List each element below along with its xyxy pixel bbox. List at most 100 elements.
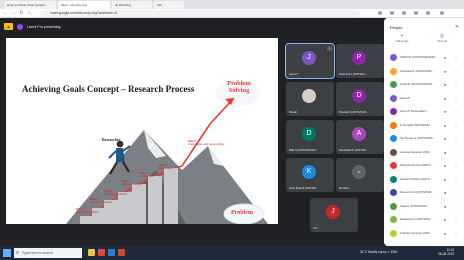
- mute-all-button[interactable]: ◎ Mute all: [432, 34, 452, 44]
- more-options-icon[interactable]: ⋮: [454, 231, 458, 236]
- participant-row[interactable]: Manikanta S (ANITS/PH... ● ⋮: [384, 214, 464, 226]
- screen: Dear Q Online Chart (gmail) | ... Meet -…: [0, 0, 464, 260]
- mic-icon[interactable]: ●: [444, 231, 446, 236]
- slide-graphic: [66, 80, 268, 224]
- participant-tile[interactable]: P Poornima L (ANITS/12...: [336, 44, 384, 78]
- avatar: [390, 148, 397, 156]
- windows-start-icon[interactable]: [3, 249, 11, 257]
- participant-row[interactable]: Srinivasa R (ANITS/PHD/... ● ⋮: [384, 66, 464, 78]
- extension-icon[interactable]: [402, 11, 406, 15]
- participant-row[interactable]: Sai Kumar G (ANITS/PHD... ● ⋮: [384, 133, 464, 145]
- avatar: [390, 121, 397, 129]
- mic-icon[interactable]: ●: [444, 82, 446, 87]
- participant-tile[interactable]: A Arundhathi N (ANITS/P...: [336, 120, 384, 154]
- participant-name: Laxmi P: [400, 95, 411, 100]
- participant-name: Narendra Kumar (ANITS...: [400, 163, 433, 167]
- reload-icon[interactable]: ↻: [19, 11, 24, 16]
- forward-icon[interactable]: →: [11, 11, 16, 16]
- avatar: [390, 229, 397, 237]
- powerpoint-icon[interactable]: [118, 249, 125, 256]
- participant-row[interactable]: KIRAN B (ANITS/PHD/2018... ● ⋮: [384, 52, 464, 64]
- url-field[interactable]: meet.google.com/tds-wxiy-bvg?authuser=0: [40, 10, 360, 17]
- participant-tile[interactable]: J Laxmi P: [285, 43, 335, 79]
- more-options-icon[interactable]: ⋮: [454, 96, 458, 101]
- more-options-icon[interactable]: ⋮: [454, 204, 458, 209]
- mic-icon[interactable]: ●: [444, 55, 446, 60]
- participant-row[interactable]: Latha M (ANITS/PHD/201... ● ⋮: [384, 79, 464, 91]
- step-label: Step 4 Research design: [122, 180, 142, 186]
- add-people-button[interactable]: + Add people: [392, 33, 412, 44]
- menu-icon[interactable]: [440, 11, 444, 15]
- participant-row[interactable]: Lavanya Saranam (ANI... ● ⋮: [384, 147, 464, 159]
- people-panel: People ✕ + Add people ◎ Mute all KIRAN B…: [384, 18, 464, 246]
- avatar: [390, 94, 397, 102]
- chrome-icon[interactable]: [98, 249, 105, 256]
- participant-tile[interactable]: D Dheeraj S (ANITS/PHD...: [336, 82, 384, 116]
- participant-row[interactable]: Kalyani (ANITS/PHD/... ● ⋮: [384, 201, 464, 213]
- participant-name: Poornima L (ANITS/12...: [339, 73, 368, 76]
- mic-icon[interactable]: ●: [444, 150, 446, 155]
- mic-icon[interactable]: ●: [444, 217, 446, 222]
- taskbar-search[interactable]: ⚲ Type here to search: [14, 248, 82, 258]
- word-icon[interactable]: [108, 249, 115, 256]
- avatar: D: [352, 89, 366, 103]
- more-options-icon[interactable]: ⋮: [454, 190, 458, 195]
- participant-row[interactable]: Chandra Srinivas (ANIT... ● ⋮: [384, 228, 464, 240]
- profile-icon[interactable]: [426, 11, 430, 15]
- add-person-icon: +: [400, 33, 404, 39]
- participant-row[interactable]: K.Sumathi (ANITS/PHD... ● ⋮: [384, 120, 464, 132]
- more-options-icon[interactable]: ⋮: [454, 55, 458, 60]
- mic-icon[interactable]: ●: [444, 109, 446, 114]
- home-icon[interactable]: ⌂: [27, 11, 32, 16]
- extension-icon[interactable]: [390, 11, 394, 15]
- self-view-tile[interactable]: J You: [310, 198, 358, 232]
- participant-row[interactable]: Ramesh Ch (ANITS/PHD... ● ⋮: [384, 187, 464, 199]
- mic-icon[interactable]: ●: [444, 136, 446, 141]
- participant-name: You: [313, 227, 318, 230]
- avatar: [390, 175, 397, 183]
- mic-icon[interactable]: ●: [444, 190, 446, 195]
- more-options-icon[interactable]: ⋮: [454, 217, 458, 222]
- more-options-icon[interactable]: ⋮: [454, 150, 458, 155]
- participant-name: Kiran Babu B (ANITS/P...: [289, 187, 318, 190]
- browser-tab[interactable]: Jit Wedding: [112, 1, 152, 9]
- present-badge-icon: ▲: [4, 23, 13, 30]
- participant-tile[interactable]: •• 20 others: [336, 158, 384, 192]
- browser-tab[interactable]: Tab: [154, 1, 184, 9]
- participant-row[interactable]: Laxmi P Presentation ● ⋮: [384, 106, 464, 118]
- file-explorer-icon[interactable]: [88, 249, 95, 256]
- participant-tile[interactable]: D Dilip N (ANITS/PHD/01...: [286, 120, 334, 154]
- participant-tile[interactable]: Devaki: [286, 82, 334, 116]
- more-options-icon[interactable]: ⋮: [454, 136, 458, 141]
- more-options-icon[interactable]: ⋮: [454, 69, 458, 74]
- participant-tile[interactable]: K Kiran Babu B (ANITS/P...: [286, 158, 334, 192]
- more-options-icon[interactable]: ⋮: [454, 82, 458, 87]
- presenting-indicator: ▲ Laxmi P is presenting: [4, 22, 60, 31]
- mic-icon[interactable]: ●: [444, 163, 446, 168]
- browser-tab[interactable]: Dear Q Online Chart (gmail) | ...: [4, 1, 56, 9]
- participant-name: Arundhathi N (ANITS/P...: [339, 149, 368, 152]
- system-tray[interactable]: 31°C Mostly sunny ∧ ENG: [360, 250, 398, 254]
- clock[interactable]: 11:02 28-08-2022: [438, 248, 454, 256]
- avatar: [390, 216, 397, 223]
- extension-icon[interactable]: [414, 11, 418, 15]
- extension-icon[interactable]: [378, 11, 382, 15]
- mic-icon[interactable]: ●: [444, 123, 446, 128]
- more-options-icon[interactable]: ⋮: [454, 177, 458, 182]
- mic-icon[interactable]: ●: [444, 96, 446, 101]
- mic-icon[interactable]: ●: [444, 204, 446, 209]
- mic-icon[interactable]: ●: [444, 177, 446, 182]
- back-icon[interactable]: ←: [3, 11, 8, 16]
- close-icon[interactable]: ✕: [455, 24, 459, 30]
- more-options-icon[interactable]: ⋮: [454, 163, 458, 168]
- mic-icon[interactable]: ●: [444, 69, 446, 74]
- more-options-icon[interactable]: ⋮: [454, 109, 458, 114]
- participant-name: Sai Kumar G (ANITS/PHD...: [400, 136, 435, 140]
- participant-name: Nandini Krishna (ANITS...: [400, 176, 433, 181]
- participant-name: Chandra Srinivas (ANIT...: [400, 230, 432, 235]
- participant-row[interactable]: Laxmi P ● ⋮: [384, 93, 464, 105]
- participant-row[interactable]: Nandini Krishna (ANITS... ● ⋮: [384, 174, 464, 186]
- participant-row[interactable]: Narendra Kumar (ANITS... ● ⋮: [384, 160, 464, 172]
- more-options-icon[interactable]: ⋮: [454, 123, 458, 128]
- browser-tab-active[interactable]: Meet - tds-wxiy-bvg: [58, 1, 110, 9]
